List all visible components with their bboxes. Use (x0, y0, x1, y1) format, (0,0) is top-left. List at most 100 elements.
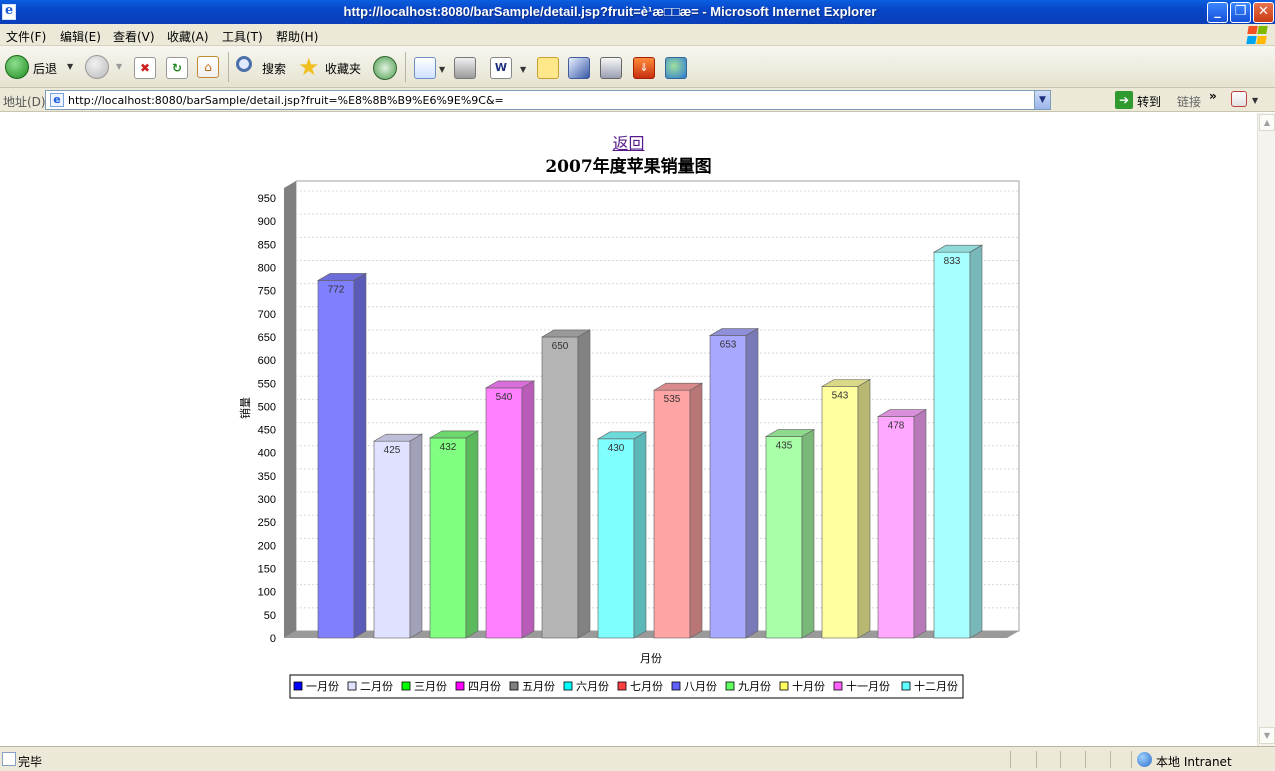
y-tick-label: 0 (270, 633, 276, 645)
research-icon[interactable] (568, 57, 590, 79)
address-field[interactable]: e http://localhost:8080/barSample/detail… (45, 90, 1051, 110)
menu-bar: 文件(F) 编辑(E) 查看(V) 收藏(A) 工具(T) 帮助(H) (0, 24, 1275, 46)
minimize-button[interactable]: _ (1207, 2, 1228, 23)
y-tick-label: 750 (258, 286, 276, 298)
msn-messenger-icon[interactable] (665, 57, 687, 79)
bar-value-label: 478 (888, 421, 905, 432)
maximize-button[interactable]: ❐ (1230, 2, 1251, 23)
bar-top (484, 380, 536, 389)
toolbar-separator (228, 52, 229, 82)
pdf-tool-icon[interactable] (1231, 91, 1247, 107)
bar-group: 425 (372, 433, 424, 639)
bar-top (596, 431, 648, 440)
y-tick-label: 150 (258, 564, 276, 576)
search-button[interactable]: 搜索 (234, 54, 292, 80)
forward-button[interactable]: ▼ (84, 54, 126, 80)
legend-swatch (617, 681, 627, 691)
vertical-scrollbar[interactable]: ▲ ▼ (1257, 113, 1275, 746)
bar (485, 387, 523, 639)
mail-icon[interactable] (414, 57, 436, 79)
page-content: 返回 2007年度苹果销量图 0 50 100 150 200 250 300 350 400 4… (0, 113, 1257, 746)
y-tick-label: 650 (258, 332, 276, 344)
back-dropdown-icon[interactable]: ▼ (67, 62, 73, 71)
menu-edit[interactable]: 编辑(E) (60, 28, 101, 45)
bar-group: 540 (484, 380, 536, 639)
y-tick-label: 600 (258, 355, 276, 367)
home-icon[interactable]: ⌂ (197, 56, 219, 78)
legend-item-label: 十一月份 (846, 679, 890, 693)
legend-item-label: 二月份 (360, 680, 393, 693)
bar-group: 833 (932, 244, 984, 639)
pdf-tool-dropdown-icon[interactable]: ▼ (1252, 96, 1258, 105)
y-tick-label: 850 (258, 239, 276, 251)
address-url[interactable]: http://localhost:8080/barSample/detail.j… (68, 94, 504, 107)
bar (653, 389, 691, 639)
bar (541, 336, 579, 639)
address-dropdown-icon[interactable]: ▼ (1034, 91, 1050, 109)
forward-dropdown-icon[interactable]: ▼ (116, 62, 122, 71)
bar-top (372, 433, 424, 442)
y-tick-label: 250 (258, 517, 276, 529)
bar-value-label: 653 (720, 340, 737, 351)
legend-item-label: 三月份 (414, 680, 447, 693)
menu-view[interactable]: 查看(V) (113, 28, 155, 45)
print-icon[interactable] (454, 57, 476, 79)
bar-group: 772 (316, 272, 368, 639)
bar (429, 437, 467, 639)
y-tick-label: 800 (258, 262, 276, 274)
bar-side (857, 378, 871, 639)
y-tick-label: 700 (258, 309, 276, 321)
bar-side (521, 380, 535, 639)
bar-top (932, 244, 984, 253)
download-icon[interactable]: ⇓ (633, 57, 655, 79)
menu-tools[interactable]: 工具(T) (222, 28, 263, 45)
status-text: 完毕 (18, 755, 43, 769)
floor-wall (284, 631, 1019, 638)
menu-help[interactable]: 帮助(H) (276, 28, 318, 45)
refresh-icon[interactable]: ↻ (166, 57, 188, 79)
back-button[interactable]: 后退 ▼ (4, 54, 76, 80)
left-wall (284, 181, 296, 638)
legend-item-label: 九月份 (738, 680, 771, 693)
discuss-note-icon[interactable] (537, 57, 559, 79)
toolbar-separator (405, 52, 406, 82)
go-arrow-icon[interactable]: ➔ (1115, 91, 1133, 109)
edit-word-icon[interactable]: W (490, 57, 512, 79)
edit-dropdown-icon[interactable]: ▼ (520, 65, 526, 74)
back-arrow-icon (5, 55, 29, 79)
plot-area (295, 180, 1020, 632)
y-tick-label: 200 (258, 540, 276, 552)
back-link[interactable]: 返回 (0, 130, 1257, 154)
legend-swatch (347, 681, 357, 691)
menu-favorites[interactable]: 收藏(A) (167, 28, 209, 45)
bar-group: 430 (596, 431, 648, 639)
legend-swatch (509, 681, 519, 691)
bar-group: 650 (540, 329, 592, 639)
stop-icon[interactable]: ✖ (134, 57, 156, 79)
bar-side (465, 430, 479, 639)
status-divider (1085, 751, 1086, 768)
bar-side (801, 429, 815, 639)
legend-item-label: 八月份 (684, 680, 717, 693)
y-tick-label: 400 (258, 448, 276, 460)
mail-dropdown-icon[interactable]: ▼ (439, 65, 445, 74)
menu-file[interactable]: 文件(F) (6, 28, 46, 45)
status-divider (1010, 751, 1011, 768)
bar (933, 251, 971, 639)
bar-side (577, 329, 591, 639)
bar-value-label: 540 (496, 392, 513, 403)
messenger-tools-icon[interactable] (600, 57, 622, 79)
page-icon: e (50, 93, 64, 107)
close-button[interactable]: ✕ (1253, 2, 1274, 23)
links-label[interactable]: 链接 (1177, 93, 1201, 110)
favorites-button[interactable]: ★ 收藏夹 (298, 53, 368, 81)
bar-value-label: 425 (384, 445, 401, 456)
history-icon[interactable] (373, 56, 397, 80)
links-chevron-icon[interactable]: » (1209, 89, 1217, 103)
scroll-up-icon[interactable]: ▲ (1259, 114, 1275, 131)
y-tick-label: 550 (258, 378, 276, 390)
scroll-down-icon[interactable]: ▼ (1259, 727, 1275, 744)
go-button[interactable]: 转到 (1137, 93, 1161, 110)
legend-swatch (725, 681, 735, 691)
bar-group: 653 (708, 328, 760, 639)
